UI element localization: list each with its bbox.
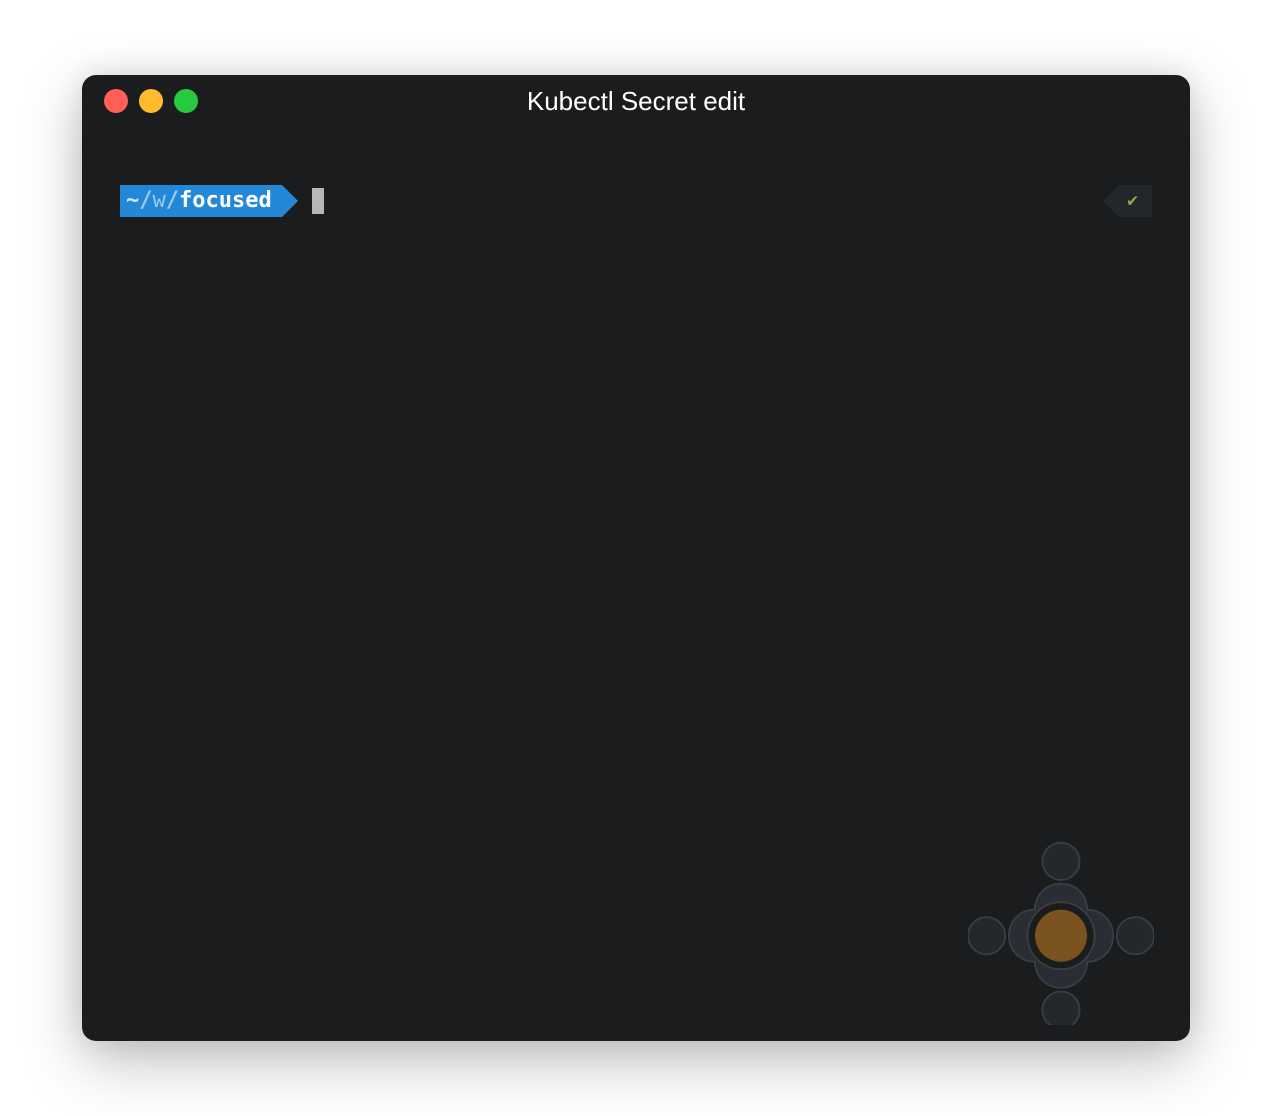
prompt-sep: / xyxy=(139,188,152,214)
maximize-button[interactable] xyxy=(174,89,198,113)
traffic-lights xyxy=(104,89,198,113)
prompt-line: ~/w/focused ✔ xyxy=(120,185,1152,217)
close-button[interactable] xyxy=(104,89,128,113)
terminal-body[interactable]: ~/w/focused ✔ xyxy=(82,185,1190,1041)
status-badge: ✔ xyxy=(1119,185,1152,217)
terminal-window: Kubectl Secret edit ~/w/focused ✔ xyxy=(82,75,1190,1041)
prompt-path-segment: ~/w/focused xyxy=(120,185,282,217)
status-right: ✔ xyxy=(1119,185,1152,217)
prompt-sep-2: / xyxy=(166,188,179,214)
titlebar: Kubectl Secret edit xyxy=(82,75,1190,127)
check-icon: ✔ xyxy=(1127,190,1138,212)
minimize-button[interactable] xyxy=(139,89,163,113)
prompt-current-dir: focused xyxy=(179,188,272,214)
cursor xyxy=(312,188,324,214)
prompt-parent-abbrev: w xyxy=(153,188,166,214)
window-title: Kubectl Secret edit xyxy=(82,86,1190,117)
prompt-home: ~ xyxy=(126,188,139,214)
